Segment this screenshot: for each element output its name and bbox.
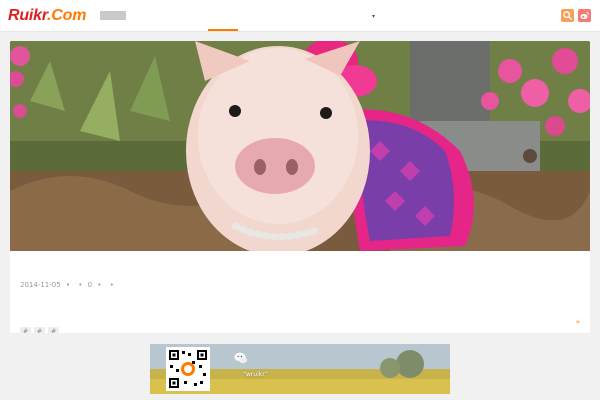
separator: • <box>65 281 71 289</box>
post-meta: 2014-11-05 • • 0 • • <box>20 281 117 289</box>
separator: • <box>109 281 114 289</box>
post-featured-image[interactable] <box>10 41 590 251</box>
qr-code <box>166 347 210 391</box>
banner-instructions: “wruikr” <box>243 371 269 378</box>
chevron-down-icon: ▾ <box>371 13 375 20</box>
nav-item-5-dropdown[interactable]: ▾ <box>360 0 386 31</box>
tag[interactable]: # <box>48 327 60 333</box>
post-card: 2014-11-05 • • 0 • • # # # » <box>10 41 590 333</box>
wechat-banner[interactable]: “wruikr” <box>150 344 450 394</box>
logo-main: Ruikr <box>8 7 48 24</box>
search-icon <box>563 11 572 20</box>
tag[interactable]: # <box>34 327 46 333</box>
nav-item-4[interactable] <box>321 0 347 31</box>
comment-count[interactable]: 0 <box>88 281 92 289</box>
post-tags: # # # <box>20 318 62 333</box>
top-navigation-bar: Ruikr.Com ▾ <box>0 0 600 32</box>
separator: • <box>78 281 83 289</box>
weibo-icon <box>580 11 590 20</box>
nav-item-2[interactable] <box>246 0 272 31</box>
search-button[interactable] <box>561 9 574 22</box>
logo-suffix: .Com <box>47 7 87 24</box>
site-badge <box>100 11 126 20</box>
weibo-button[interactable] <box>578 9 591 22</box>
post-date: 2014-11-05 <box>20 281 61 289</box>
nav-item-1[interactable] <box>208 0 238 31</box>
tag[interactable]: # <box>20 327 32 333</box>
read-more-link[interactable]: » <box>576 318 580 326</box>
site-logo[interactable]: Ruikr.Com <box>8 6 86 26</box>
wechat-icon <box>234 352 247 364</box>
nav-item-3[interactable] <box>283 0 309 31</box>
separator: • <box>97 281 102 289</box>
